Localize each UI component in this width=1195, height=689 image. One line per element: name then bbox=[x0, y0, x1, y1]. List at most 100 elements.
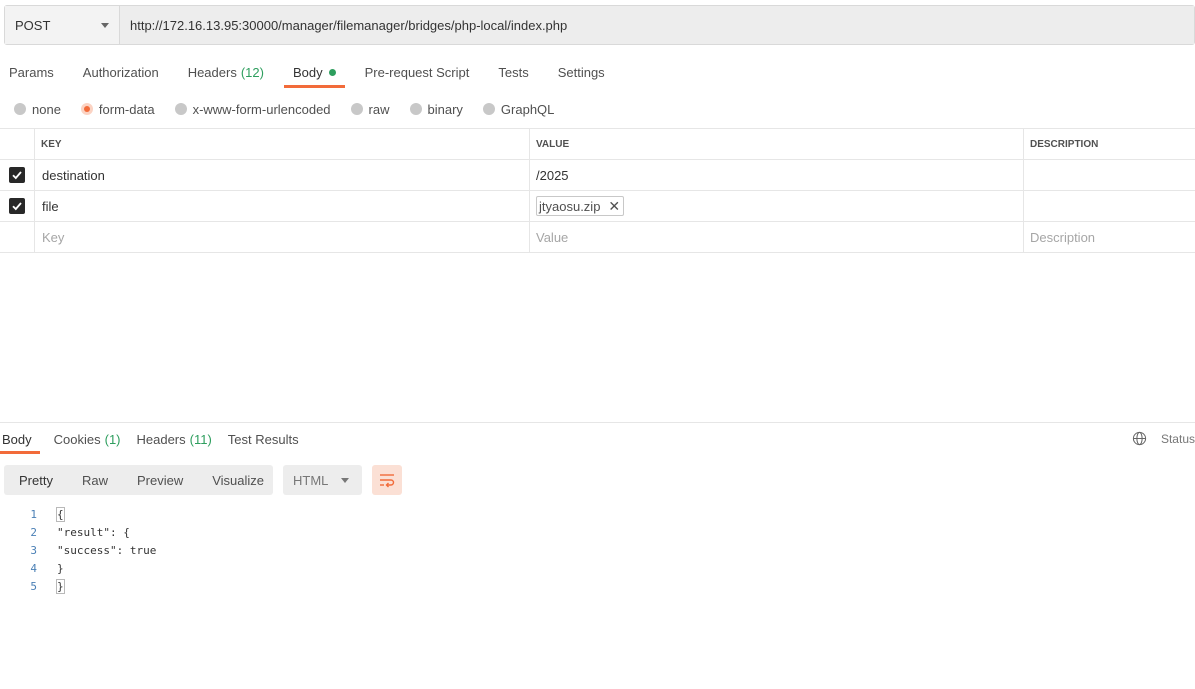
row-checkbox[interactable] bbox=[9, 198, 25, 214]
row-description-input[interactable] bbox=[1024, 160, 1195, 190]
code-line: 4 } bbox=[0, 559, 156, 577]
radio-label: form-data bbox=[98, 101, 155, 117]
request-tabs: Params Authorization Headers (12) Body P… bbox=[0, 56, 625, 88]
line-number: 1 bbox=[30, 507, 37, 521]
header-key: KEY bbox=[35, 129, 530, 159]
tab-label: Body bbox=[2, 431, 32, 447]
tab-headers[interactable]: Headers (12) bbox=[179, 56, 273, 88]
row-checkbox[interactable] bbox=[9, 167, 25, 183]
format-select[interactable]: HTML bbox=[283, 465, 362, 495]
tab-label: Settings bbox=[557, 64, 605, 80]
tab-label: Test Results bbox=[227, 431, 299, 447]
new-key-input[interactable]: Key bbox=[35, 222, 530, 252]
radio-form-data[interactable]: form-data bbox=[80, 101, 155, 117]
response-tab-cookies[interactable]: Cookies (1) bbox=[52, 424, 123, 454]
new-value-input[interactable]: Value bbox=[530, 222, 1024, 252]
radio-binary[interactable]: binary bbox=[409, 101, 463, 117]
tab-params[interactable]: Params bbox=[0, 56, 63, 88]
radio-checked-icon bbox=[80, 103, 93, 115]
tab-label: Cookies bbox=[53, 431, 101, 447]
radio-none[interactable]: none bbox=[14, 102, 61, 117]
tab-label: Authorization bbox=[82, 64, 159, 80]
code-line: 2 "result": { bbox=[0, 523, 156, 541]
table-row: file jtyaosu.zip ✕ bbox=[0, 191, 1195, 222]
new-description-input[interactable]: Description bbox=[1024, 222, 1195, 252]
radio-unchecked-icon bbox=[409, 103, 422, 115]
radio-unchecked-icon bbox=[482, 103, 495, 115]
response-tab-body[interactable]: Body bbox=[0, 424, 40, 454]
radio-graphql[interactable]: GraphQL bbox=[482, 101, 555, 117]
status-label: Status bbox=[1160, 431, 1195, 446]
radio-label: GraphQL bbox=[500, 101, 555, 117]
url-text: http://172.16.13.95:30000/manager/filema… bbox=[130, 17, 568, 33]
form-data-table: KEY VALUE DESCRIPTION destination /2025 … bbox=[0, 128, 1195, 253]
response-divider[interactable] bbox=[0, 422, 1195, 423]
code-text: { bbox=[56, 506, 65, 522]
tab-body[interactable]: Body bbox=[283, 56, 345, 88]
response-tab-headers[interactable]: Headers (11) bbox=[135, 424, 214, 454]
row-check-cell bbox=[0, 222, 35, 252]
checkmark-icon bbox=[12, 202, 22, 211]
radio-label: none bbox=[32, 101, 61, 117]
table-row-new: Key Value Description bbox=[0, 222, 1195, 253]
tab-pre-request-script[interactable]: Pre-request Script bbox=[356, 56, 479, 88]
method-select[interactable]: POST bbox=[5, 6, 120, 44]
line-number: 2 bbox=[30, 525, 37, 539]
tab-count: (1) bbox=[104, 431, 121, 447]
radio-x-www-form-urlencoded[interactable]: x-www-form-urlencoded bbox=[174, 101, 331, 117]
tab-label: Body bbox=[292, 64, 323, 80]
body-type-radio-group: none form-data x-www-form-urlencoded raw… bbox=[14, 99, 574, 119]
row-key-input[interactable]: file bbox=[35, 191, 530, 221]
row-check-cell bbox=[0, 160, 35, 190]
table-header-row: KEY VALUE DESCRIPTION bbox=[0, 129, 1195, 160]
row-key-input[interactable]: destination bbox=[35, 160, 530, 190]
wrap-lines-button[interactable] bbox=[372, 465, 402, 495]
wrap-lines-icon bbox=[380, 474, 395, 488]
row-value-cell: jtyaosu.zip ✕ bbox=[530, 191, 1024, 221]
view-mode-group: Pretty Raw Preview Visualize bbox=[4, 465, 273, 495]
radio-unchecked-icon bbox=[174, 103, 187, 115]
modified-dot-icon bbox=[328, 68, 336, 76]
view-mode-raw[interactable]: Raw bbox=[67, 473, 122, 488]
header-description: DESCRIPTION bbox=[1030, 138, 1099, 150]
code-line: 5 } bbox=[0, 577, 156, 595]
line-number: 5 bbox=[30, 579, 37, 593]
url-input[interactable]: http://172.16.13.95:30000/manager/filema… bbox=[120, 6, 1194, 44]
checkmark-icon bbox=[12, 171, 22, 180]
close-icon[interactable]: ✕ bbox=[608, 198, 620, 215]
code-line: 3 "success": true bbox=[0, 541, 156, 559]
code-text: "success": true bbox=[57, 543, 157, 557]
globe-icon[interactable] bbox=[1132, 431, 1147, 446]
radio-label: binary bbox=[427, 101, 463, 117]
tab-label: Pre-request Script bbox=[364, 64, 470, 80]
view-mode-pretty[interactable]: Pretty bbox=[4, 473, 67, 488]
view-mode-visualize[interactable]: Visualize bbox=[197, 473, 278, 488]
code-line: 1 { bbox=[0, 505, 156, 523]
response-code-viewer[interactable]: 1 { 2 "result": { 3 "success": true 4 } … bbox=[0, 505, 156, 595]
radio-unchecked-icon bbox=[350, 103, 363, 115]
tab-settings[interactable]: Settings bbox=[549, 56, 614, 88]
format-label: HTML bbox=[293, 472, 329, 488]
radio-raw[interactable]: raw bbox=[350, 102, 390, 117]
radio-label: x-www-form-urlencoded bbox=[192, 101, 331, 117]
view-mode-preview[interactable]: Preview bbox=[122, 473, 197, 488]
line-number: 4 bbox=[30, 561, 37, 575]
response-tabs: Body Cookies (1) Headers (11) Test Resul… bbox=[0, 424, 313, 454]
tab-authorization[interactable]: Authorization bbox=[74, 56, 168, 88]
header-check-cell bbox=[0, 129, 35, 159]
line-number: 3 bbox=[30, 543, 37, 557]
row-description-input[interactable] bbox=[1024, 191, 1195, 221]
tab-tests[interactable]: Tests bbox=[489, 56, 537, 88]
row-value-input[interactable]: /2025 bbox=[530, 160, 1024, 190]
tab-label: Headers bbox=[136, 431, 186, 447]
code-text: } bbox=[57, 561, 64, 575]
table-row: destination /2025 bbox=[0, 160, 1195, 191]
code-text: } bbox=[56, 578, 65, 594]
chevron-down-icon bbox=[341, 477, 349, 483]
code-text: "result": { bbox=[57, 525, 130, 539]
row-check-cell bbox=[0, 191, 35, 221]
response-meta: Status bbox=[1132, 431, 1195, 446]
response-tab-test-results[interactable]: Test Results bbox=[226, 424, 301, 454]
tab-label: Params bbox=[9, 64, 54, 80]
method-label: POST bbox=[15, 17, 51, 33]
